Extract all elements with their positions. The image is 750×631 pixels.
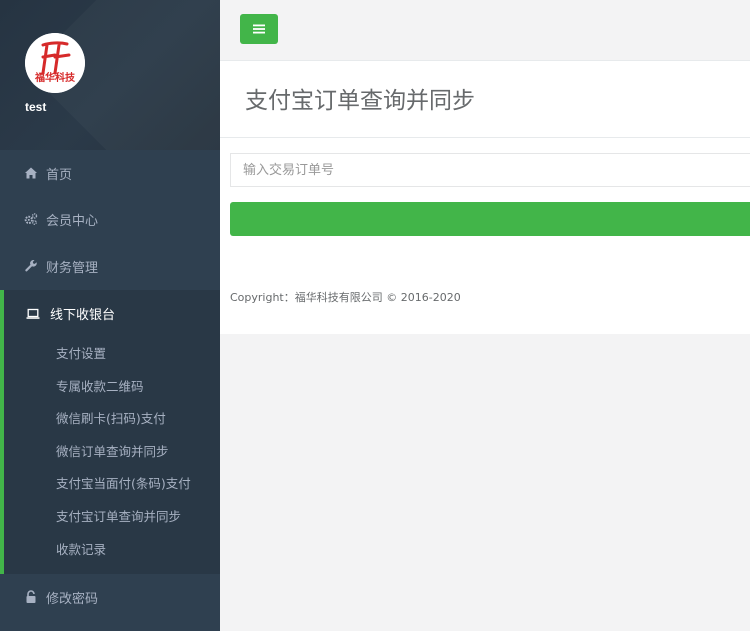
sidebar-toggle-button[interactable] bbox=[240, 14, 278, 44]
submenu-wechat-order-query[interactable]: 微信订单查询并同步 bbox=[56, 441, 169, 460]
wrench-icon bbox=[25, 260, 37, 272]
profile-panel: 福华科技 test bbox=[0, 0, 220, 150]
sidebar-item-label: 线下收银台 bbox=[50, 308, 116, 323]
sidebar-item-member-center[interactable]: 会员中心 bbox=[0, 196, 220, 242]
sidebar-item-finance[interactable]: 财务管理 bbox=[0, 243, 220, 289]
hamburger-icon bbox=[253, 24, 265, 34]
sidebar-item-label: 财务管理 bbox=[46, 260, 99, 276]
submenu-alipay-barcode-pay[interactable]: 支付宝当面付(条码)支付 bbox=[56, 473, 191, 492]
username: test bbox=[25, 100, 47, 114]
main-content: Copyright：福华科技有限公司 © 2016-2020 bbox=[220, 138, 750, 334]
submenu-wechat-scan-pay[interactable]: 微信刷卡(扫码)支付 bbox=[56, 408, 166, 427]
sidebar-item-change-password[interactable]: 修改密码 bbox=[0, 574, 220, 620]
footer-copyright: Copyright：福华科技有限公司 © 2016-2020 bbox=[230, 291, 461, 304]
company-logo[interactable]: 福华科技 bbox=[25, 33, 85, 93]
laptop-icon bbox=[26, 308, 40, 319]
cogs-icon bbox=[24, 213, 38, 225]
page-title: 支付宝订单查询并同步 bbox=[245, 88, 475, 114]
logo-mark: 福华科技 bbox=[25, 33, 85, 93]
query-submit-button[interactable] bbox=[230, 202, 750, 236]
sidebar-item-label: 会员中心 bbox=[46, 213, 99, 229]
unlock-icon bbox=[26, 590, 36, 603]
submenu-alipay-order-query[interactable]: 支付宝订单查询并同步 bbox=[56, 506, 181, 525]
offline-cashier-header[interactable]: 线下收银台 bbox=[26, 304, 115, 323]
sidebar-item-home[interactable]: 首页 bbox=[0, 150, 220, 196]
submenu-payment-settings[interactable]: 支付设置 bbox=[56, 343, 106, 362]
top-navbar bbox=[220, 0, 750, 61]
submenu-payment-records[interactable]: 收款记录 bbox=[56, 539, 106, 558]
page-heading: 支付宝订单查询并同步 bbox=[220, 61, 750, 138]
order-number-input[interactable] bbox=[230, 153, 750, 187]
sidebar-item-label: 首页 bbox=[46, 167, 73, 183]
submenu-qr-code[interactable]: 专属收款二维码 bbox=[56, 376, 144, 395]
home-icon bbox=[25, 167, 37, 179]
logo-text: 福华科技 bbox=[34, 71, 76, 84]
sidebar-item-offline-cashier: 线下收银台 支付设置 专属收款二维码 微信刷卡(扫码)支付 微信订单查询并同步 … bbox=[0, 290, 220, 574]
sidebar: 福华科技 test 首页 会员中心 财务管理 线下收银台 支付设置 专属收款二维… bbox=[0, 0, 220, 631]
sidebar-item-label: 修改密码 bbox=[46, 591, 99, 607]
